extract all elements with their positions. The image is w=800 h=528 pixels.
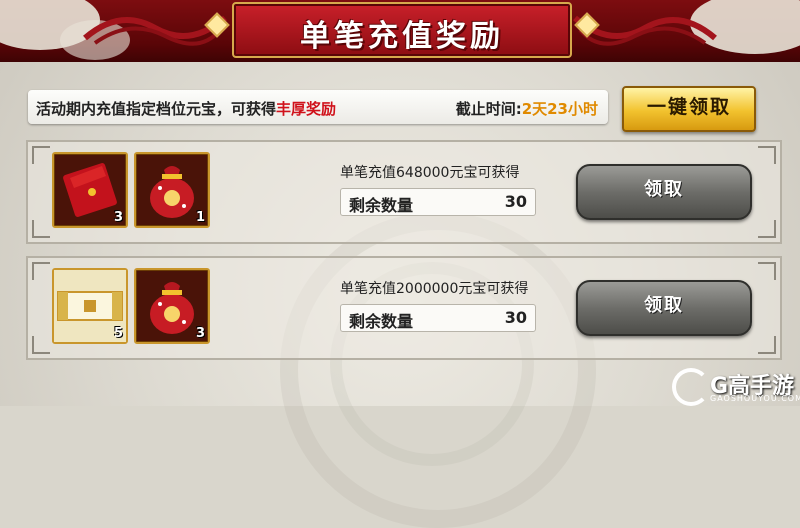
reward-condition: 单笔充值2000000元宝可获得 (340, 281, 529, 297)
deadline-label: 截止时间: (455, 100, 522, 118)
claim-all-label: 一键领取 (646, 96, 731, 118)
fret-corner-icon (758, 262, 776, 280)
reward-panel: 活动期内充值指定档位元宝，可获得丰厚奖励 截止时间:2天23小时 一键领取 3 (0, 62, 800, 528)
item-quantity: 3 (113, 210, 123, 225)
remaining-value: 30 (504, 192, 527, 211)
claim-button[interactable]: 领取 (576, 280, 752, 336)
fret-corner-icon (32, 220, 50, 238)
remaining-count-box: 剩余数量 30 (340, 188, 536, 216)
deadline: 截止时间:2天23小时 (456, 98, 598, 119)
item-quantity: 5 (113, 326, 123, 341)
watermark-sub: GAOSHOUYOU.COM (710, 394, 800, 403)
reward-slot[interactable]: 1 (134, 152, 210, 228)
claim-button-label: 领取 (644, 295, 684, 316)
deadline-value: 2天23小时 (521, 100, 598, 118)
title-bar: 单笔充值奖励 (0, 0, 800, 62)
claim-all-button[interactable]: 一键领取 (622, 86, 756, 132)
g-logo-icon (672, 368, 710, 406)
fret-corner-icon (32, 262, 50, 280)
remaining-label: 剩余数量 (349, 196, 414, 215)
item-quantity: 3 (195, 326, 205, 341)
item-quantity: 1 (195, 210, 205, 225)
reward-row: 5 3 单笔充值2000000元宝可获得 剩余数量 30 领取 (26, 256, 782, 360)
remaining-count-box: 剩余数量 30 (340, 304, 536, 332)
event-description-text: 活动期内充值指定档位元宝，可获得 (36, 100, 277, 118)
claim-button-label: 领取 (644, 179, 684, 200)
reward-slot[interactable]: 3 (52, 152, 128, 228)
event-description-highlight: 丰厚奖励 (276, 100, 337, 118)
fret-corner-icon (32, 336, 50, 354)
remaining-label: 剩余数量 (349, 312, 414, 331)
claim-button[interactable]: 领取 (576, 164, 752, 220)
title-plate: 单笔充值奖励 (232, 2, 572, 58)
fret-corner-icon (758, 220, 776, 238)
reward-slot[interactable]: 3 (134, 268, 210, 344)
event-info-bar: 活动期内充值指定档位元宝，可获得丰厚奖励 截止时间:2天23小时 (28, 90, 608, 124)
page-title: 单笔充值奖励 (300, 19, 504, 54)
fret-corner-icon (32, 146, 50, 164)
site-watermark-logo: G高手游 GAOSHOUYOU.COM (672, 366, 800, 406)
reward-slot[interactable]: 5 (52, 268, 128, 344)
fret-corner-icon (758, 336, 776, 354)
reward-condition: 单笔充值648000元宝可获得 (340, 165, 520, 181)
remaining-value: 30 (504, 308, 527, 327)
fret-corner-icon (758, 146, 776, 164)
event-description: 活动期内充值指定档位元宝，可获得丰厚奖励 (36, 98, 336, 119)
reward-row: 3 1 单笔充值648000元宝可获得 剩余数量 30 领取 (26, 140, 782, 244)
